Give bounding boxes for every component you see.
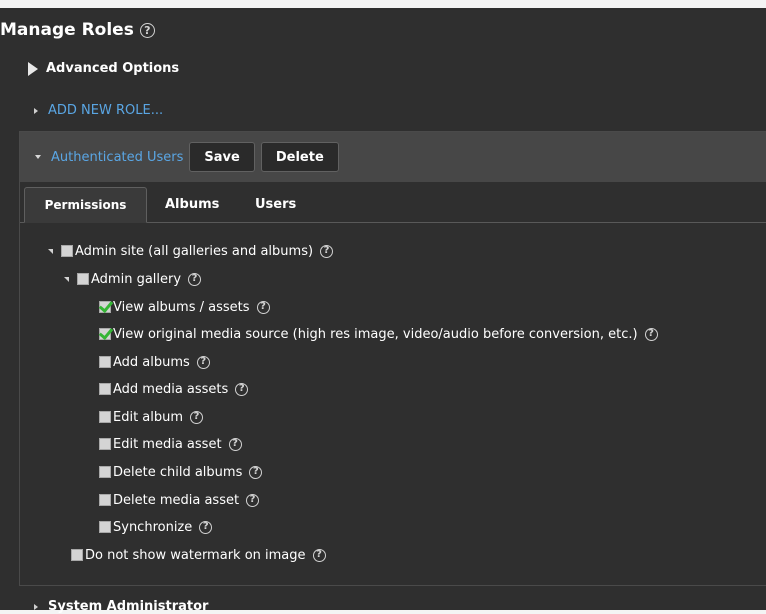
help-icon[interactable]: ? [199, 520, 213, 534]
advanced-options-toggle[interactable]: Advanced Options [28, 61, 179, 76]
role-header: Authenticated Users Save Delete [20, 132, 766, 182]
permission-label: Delete child albums [113, 464, 243, 480]
checkbox-checked[interactable] [99, 301, 111, 313]
permission-label: View original media source (high res ima… [113, 326, 638, 342]
tree-collapse-icon[interactable] [48, 248, 53, 254]
page-header: Manage Roles ? [0, 18, 155, 42]
role-name-link[interactable]: Authenticated Users [51, 150, 183, 165]
delete-button[interactable]: Delete [260, 142, 339, 172]
expand-arrow-icon [28, 61, 38, 76]
help-icon[interactable]: ? [312, 548, 326, 562]
role-system-administrator[interactable]: System Administrator [34, 599, 208, 614]
help-icon[interactable]: ? [256, 300, 270, 314]
expanded-arrow-icon[interactable] [35, 155, 41, 159]
manage-roles-page: Manage Roles ? Advanced Options ADD NEW … [0, 8, 766, 614]
permission-add-albums: Add albums ? [99, 352, 210, 372]
permission-label: Add albums [113, 354, 190, 370]
help-icon[interactable]: ? [644, 327, 658, 341]
permission-label: Synchronize [113, 519, 193, 535]
tab-albums[interactable]: Albums [165, 187, 219, 222]
help-icon[interactable]: ? [196, 355, 210, 369]
checkbox[interactable] [99, 494, 111, 506]
permission-label: Edit album [113, 409, 184, 425]
help-icon[interactable]: ? [190, 410, 204, 424]
help-icon[interactable]: ? [235, 382, 249, 396]
checkbox[interactable] [99, 521, 111, 533]
permission-synchronize: Synchronize ? [99, 517, 213, 537]
permission-no-watermark: Do not show watermark on image ? [71, 545, 326, 565]
checkbox[interactable] [99, 356, 111, 368]
collapsed-arrow-icon [34, 603, 38, 610]
permission-label: Do not show watermark on image [85, 547, 306, 563]
tree-collapse-icon[interactable] [64, 276, 69, 282]
permission-label: Admin site (all galleries and albums) [75, 243, 314, 259]
tab-users[interactable]: Users [255, 187, 296, 222]
permission-delete-media-asset: Delete media asset ? [99, 490, 260, 510]
permission-edit-album: Edit album ? [99, 407, 204, 427]
help-icon[interactable]: ? [139, 22, 155, 38]
checkbox[interactable] [99, 383, 111, 395]
permission-label: Admin gallery [91, 271, 182, 287]
help-icon[interactable]: ? [188, 272, 202, 286]
permission-delete-child-albums: Delete child albums ? [99, 462, 263, 482]
help-icon[interactable]: ? [228, 437, 242, 451]
permission-view-original: View original media source (high res ima… [99, 324, 658, 344]
role-panel: Authenticated Users Save Delete Permissi… [19, 131, 766, 586]
checkbox[interactable] [61, 245, 73, 257]
checkbox[interactable] [99, 438, 111, 450]
permission-label: View albums / assets [113, 299, 250, 315]
page-title: Manage Roles [0, 20, 134, 40]
permission-admin-gallery: Admin gallery ? [64, 269, 202, 289]
add-new-role-toggle[interactable]: ADD NEW ROLE... [34, 103, 163, 118]
permission-label: Edit media asset [113, 436, 222, 452]
tab-permissions[interactable]: Permissions [24, 187, 147, 223]
checkbox-checked[interactable] [99, 328, 111, 340]
checkbox[interactable] [99, 411, 111, 423]
role-tabs: Permissions Albums Users [20, 182, 766, 223]
permission-admin-site: Admin site (all galleries and albums) ? [48, 241, 334, 261]
add-new-role-link[interactable]: ADD NEW ROLE... [48, 103, 163, 118]
permission-edit-media-asset: Edit media asset ? [99, 434, 242, 454]
help-icon[interactable]: ? [249, 465, 263, 479]
checkbox[interactable] [71, 549, 83, 561]
help-icon[interactable]: ? [320, 244, 334, 258]
checkbox[interactable] [99, 466, 111, 478]
advanced-options-label: Advanced Options [46, 61, 180, 76]
permission-label: Delete media asset [113, 492, 240, 508]
checkbox[interactable] [77, 273, 89, 285]
collapsed-arrow-icon [34, 107, 38, 114]
permission-label: Add media assets [113, 381, 229, 397]
permission-view-albums: View albums / assets ? [99, 297, 270, 317]
save-button[interactable]: Save [189, 142, 255, 172]
help-icon[interactable]: ? [246, 493, 260, 507]
permission-add-media-assets: Add media assets ? [99, 379, 249, 399]
role-name: System Administrator [48, 599, 209, 614]
